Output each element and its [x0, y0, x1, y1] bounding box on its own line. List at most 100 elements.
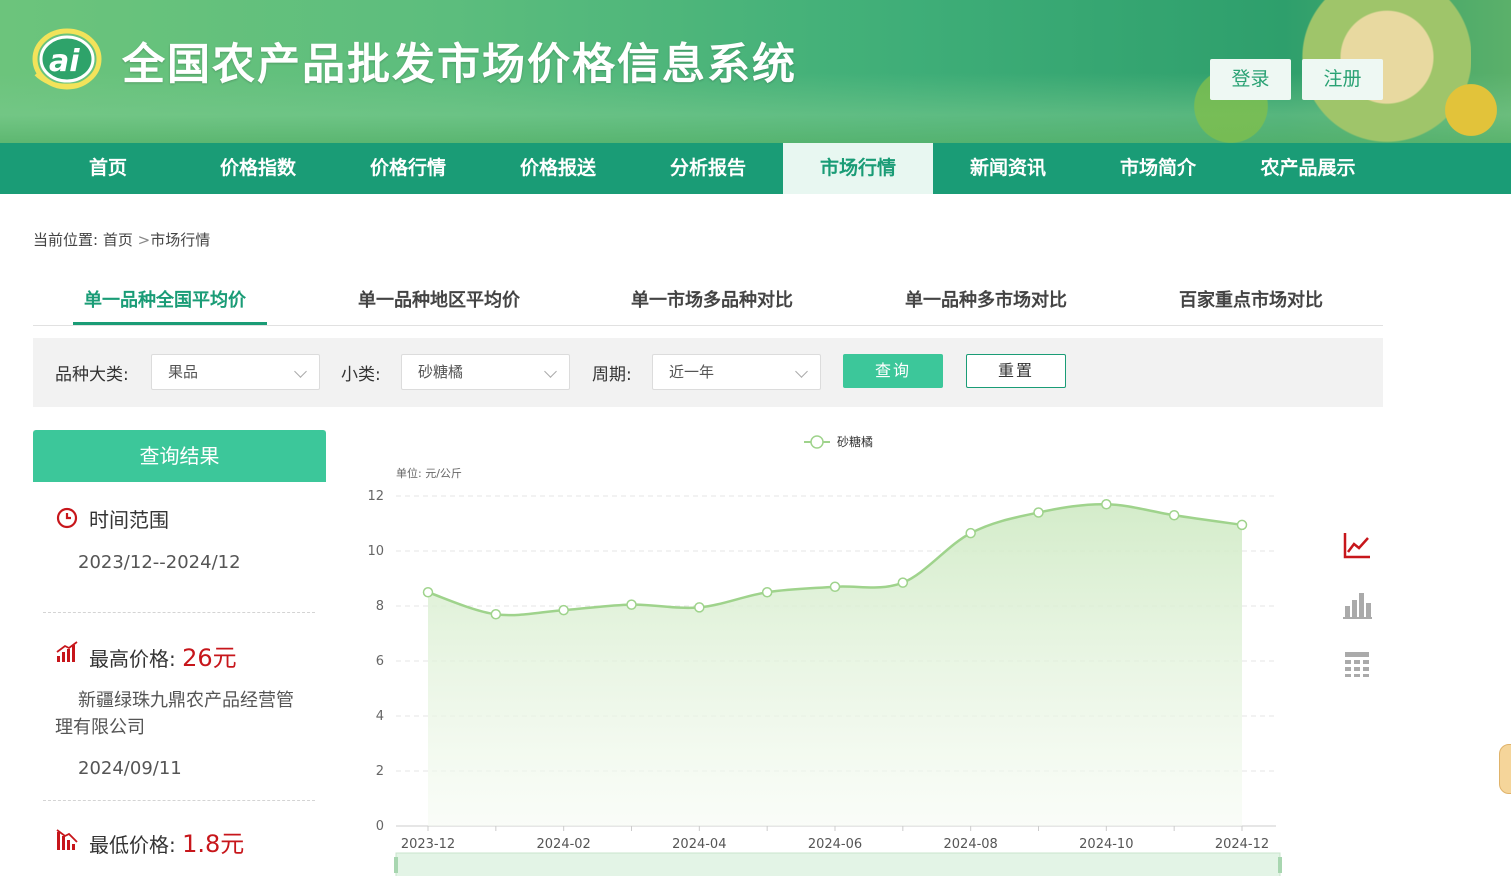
subcategory-label: 小类:	[341, 365, 381, 385]
y-tick-label: 2	[376, 764, 384, 779]
nav-item-price-index[interactable]: 价格指数	[183, 143, 333, 194]
data-point[interactable]	[422, 587, 434, 598]
register-button[interactable]: 注册	[1302, 59, 1383, 100]
max-price-value: 26元	[182, 644, 237, 672]
data-point[interactable]	[965, 527, 976, 539]
period-select-value: 近一年	[669, 363, 715, 381]
y-tick-label: 12	[367, 489, 384, 504]
x-tick-label: 2024-06	[808, 837, 862, 852]
data-point[interactable]	[829, 581, 841, 592]
divider	[43, 800, 315, 801]
query-tabs: 单一品种全国平均价 单一品种地区平均价 单一市场多品种对比 单一品种多市场对比 …	[33, 270, 1383, 326]
tab-variety-multi-market[interactable]: 单一品种多市场对比	[905, 286, 1067, 312]
max-price-market-line2: 理有限公司	[55, 717, 145, 738]
nav-item-products[interactable]: 农产品展示	[1233, 143, 1383, 194]
x-tick-label: 2024-08	[944, 837, 998, 852]
y-tick-label: 10	[367, 544, 384, 559]
price-down-icon	[56, 829, 78, 850]
period-select[interactable]: 近一年	[652, 354, 821, 390]
max-price-market-line1: 新疆绿珠九鼎农产品经营管	[78, 690, 294, 711]
price-up-icon	[56, 641, 78, 662]
data-point[interactable]	[490, 609, 502, 620]
bar-chart-icon[interactable]	[1342, 590, 1372, 620]
breadcrumb-current: 市场行情	[150, 231, 211, 249]
chart-legend[interactable]: 砂糖橘	[804, 434, 873, 449]
nav-item-price-report[interactable]: 价格报送	[483, 143, 633, 194]
max-price-date: 2024/09/11	[78, 758, 182, 779]
result-panel-body: 时间范围 2023/12--2024/12 最高价格: 26元 新疆绿珠九鼎农产…	[33, 482, 326, 876]
subcategory-select-value: 砂糖橘	[418, 363, 464, 381]
category-select-value: 果品	[168, 363, 199, 381]
subcategory-select[interactable]: 砂糖橘	[401, 354, 570, 390]
tab-national-average[interactable]: 单一品种全国平均价	[84, 286, 246, 312]
category-label: 品种大类:	[55, 365, 129, 385]
chevron-down-icon	[294, 365, 307, 378]
slider-handle-right[interactable]	[1278, 857, 1282, 873]
site-logo-icon[interactable]: ai	[32, 24, 102, 90]
x-tick-label: 2024-12	[1215, 837, 1269, 852]
x-tick-label: 2023-12	[401, 837, 455, 852]
min-price-label: 最低价格:	[89, 833, 176, 857]
active-tab-indicator	[73, 322, 267, 325]
y-tick-label: 4	[376, 709, 384, 724]
nav-item-home[interactable]: 首页	[33, 143, 183, 194]
data-point[interactable]	[1236, 519, 1248, 531]
nav-item-analysis[interactable]: 分析报告	[633, 143, 783, 194]
chart-unit-label: 单位: 元/公斤	[396, 466, 462, 480]
min-price-value: 1.8元	[182, 830, 245, 858]
data-point[interactable]	[1101, 499, 1112, 510]
nav-item-market-intro[interactable]: 市场简介	[1083, 143, 1233, 194]
data-point[interactable]	[1168, 510, 1180, 521]
nav-item-price-quotes[interactable]: 价格行情	[333, 143, 483, 194]
time-range-value: 2023/12--2024/12	[78, 552, 241, 573]
slider-handle-left[interactable]	[394, 857, 398, 873]
tab-market-multi-variety[interactable]: 单一市场多品种对比	[631, 286, 793, 312]
header-banner: ai 全国农产品批发市场价格信息系统 登录 注册	[0, 0, 1511, 143]
series-area	[428, 504, 1242, 826]
login-button[interactable]: 登录	[1210, 59, 1291, 100]
breadcrumb-prefix: 当前位置:	[33, 231, 99, 249]
price-chart-svg: 砂糖橘 单位: 元/公斤 0 2 4 6 8 10 12 2023-12 2024-02 202…	[367, 434, 1282, 878]
site-title: 全国农产品批发市场价格信息系统	[122, 40, 797, 90]
data-point[interactable]	[897, 577, 909, 588]
x-tick-label: 2024-10	[1079, 837, 1133, 852]
breadcrumb-home-link[interactable]: 首页	[103, 231, 133, 249]
data-point[interactable]	[761, 587, 773, 598]
nav-item-market[interactable]: 市场行情	[783, 143, 933, 194]
x-tick-label: 2024-02	[537, 837, 591, 852]
result-panel-title: 查询结果	[33, 430, 326, 482]
main-nav: 首页 价格指数 价格行情 价格报送 分析报告 市场行情 新闻资讯 市场简介 农产…	[0, 143, 1511, 194]
breadcrumb-separator: >	[137, 231, 151, 249]
query-button[interactable]: 查询	[843, 354, 943, 388]
svg-text:ai: ai	[49, 44, 80, 79]
data-point[interactable]	[558, 604, 569, 616]
divider	[43, 612, 315, 613]
data-point[interactable]	[694, 602, 705, 613]
legend-label: 砂糖橘	[837, 434, 873, 449]
filter-bar: 品种大类: 果品 小类: 砂糖橘 周期: 近一年 查询 重置	[33, 338, 1383, 407]
chevron-down-icon	[795, 365, 808, 378]
breadcrumb: 当前位置: 首页 >市场行情	[33, 229, 210, 250]
banner-fruit-decoration	[1421, 70, 1511, 143]
data-point[interactable]	[1033, 507, 1044, 518]
result-panel: 查询结果 时间范围 2023/12--2024/12 最高价格: 26元 新疆绿…	[33, 430, 326, 876]
y-tick-label: 6	[376, 654, 384, 669]
nav-item-news[interactable]: 新闻资讯	[933, 143, 1083, 194]
line-chart-icon[interactable]	[1342, 530, 1372, 560]
x-tick-label: 2024-04	[672, 837, 726, 852]
category-select[interactable]: 果品	[151, 354, 320, 390]
datazoom-slider[interactable]	[394, 852, 1282, 878]
tab-regional-average[interactable]: 单一品种地区平均价	[358, 286, 520, 312]
data-point[interactable]	[626, 599, 637, 610]
table-icon[interactable]	[1342, 649, 1372, 679]
price-chart: 砂糖橘 单位: 元/公斤 0 2 4 6 8 10 12 2023-12 2024-02 202…	[340, 425, 1300, 878]
clock-icon	[56, 507, 78, 529]
y-tick-label: 0	[376, 819, 384, 834]
min-price-row: 最低价格: 1.8元	[89, 824, 244, 859]
reset-button[interactable]: 重置	[966, 354, 1066, 388]
y-tick-label: 8	[376, 599, 384, 614]
chevron-down-icon	[544, 365, 557, 378]
tab-key-markets[interactable]: 百家重点市场对比	[1179, 286, 1323, 312]
floating-service-tab[interactable]	[1499, 744, 1511, 794]
period-label: 周期:	[592, 365, 632, 385]
